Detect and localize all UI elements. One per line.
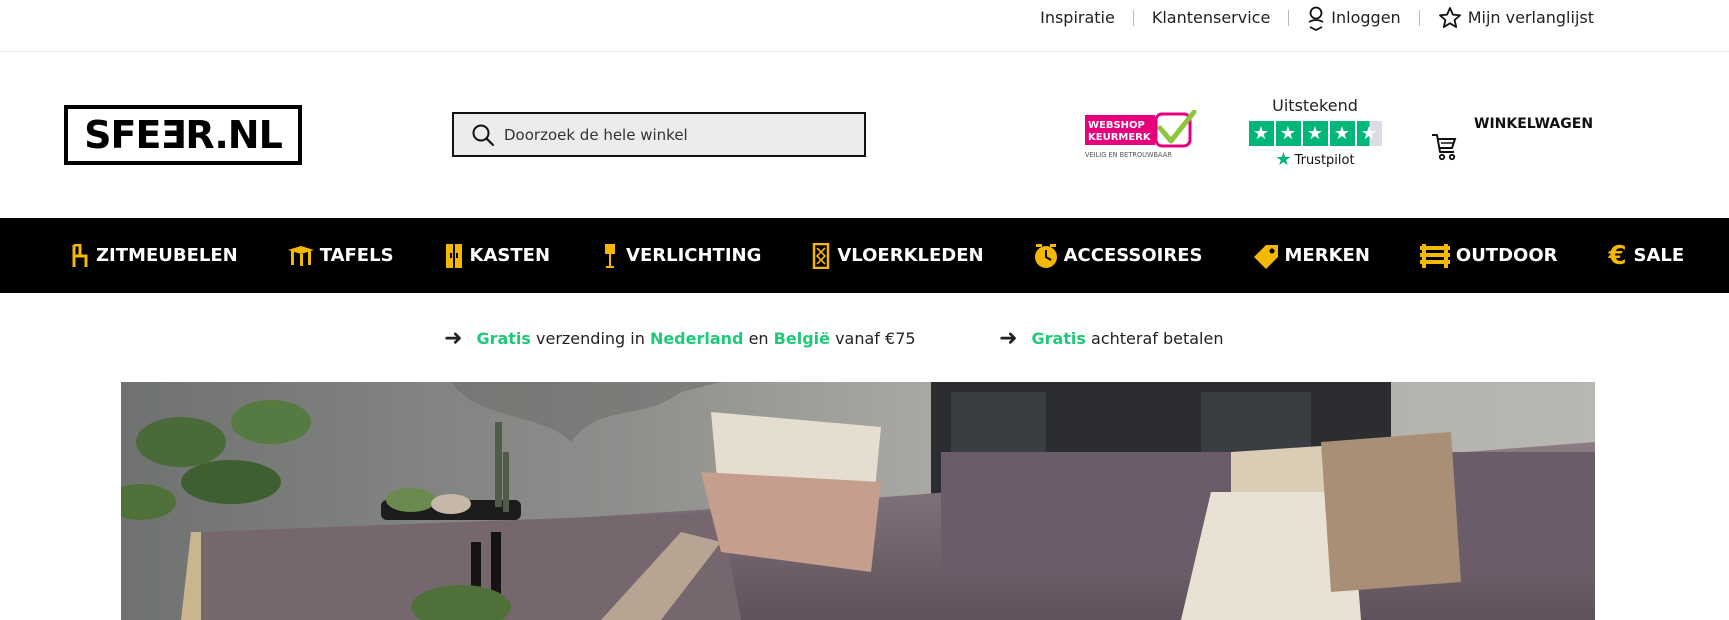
site-header: SFEƎR.NL WEBSHOP KEURMERK VEILIG EN BETR… <box>0 52 1729 218</box>
bench-icon <box>1418 242 1452 270</box>
nav-item-merken[interactable]: MERKEN <box>1251 242 1370 270</box>
nav-item-outdoor[interactable]: OUTDOOR <box>1418 242 1558 270</box>
wishlist-link[interactable]: Mijn verlanglijst <box>1438 6 1594 30</box>
search-bar[interactable] <box>452 112 866 157</box>
hero-banner-image[interactable] <box>121 382 1595 620</box>
divider <box>1418 9 1420 26</box>
trustpilot-rating-label: Uitstekend <box>1272 96 1358 115</box>
klantenservice-link[interactable]: Klantenservice <box>1152 8 1270 27</box>
usp-payment: ➜ Gratis achteraf betalen <box>999 325 1224 351</box>
clock-icon <box>1032 242 1060 270</box>
trustpilot-star-icon: ★ <box>1275 149 1292 170</box>
cabinet-icon <box>442 242 466 270</box>
star-icon: ★ <box>1275 121 1301 146</box>
user-icon <box>1308 6 1324 31</box>
keurmerk-line2: KEURMERK <box>1088 132 1152 143</box>
lamp-icon <box>598 242 622 270</box>
inspiratie-link[interactable]: Inspiratie <box>1040 8 1115 27</box>
cart-label: WINKELWAGEN <box>1474 116 1594 132</box>
nav-item-accessoires[interactable]: ACCESSOIRES <box>1032 242 1203 270</box>
rug-icon <box>809 242 833 270</box>
nav-item-verlichting[interactable]: VERLICHTING <box>598 242 761 270</box>
main-navigation: ZITMEUBELEN TAFELS KASTEN VERLICHTING VL… <box>0 218 1729 293</box>
living-room-photo <box>121 382 1595 620</box>
keurmerk-tagline: VEILIG EN BETROUWBAAR <box>1085 151 1172 159</box>
nav-item-tafels[interactable]: TAFELS <box>286 242 394 270</box>
tag-icon <box>1251 242 1281 270</box>
cart-icon <box>1432 134 1457 161</box>
star-icon: ★ <box>1302 121 1328 146</box>
table-icon <box>286 242 316 270</box>
top-utility-bar: Inspiratie Klantenservice Inloggen Mijn … <box>0 0 1729 52</box>
arrow-right-icon: ➜ <box>999 325 1018 351</box>
star-icon: ★ <box>1248 121 1274 146</box>
trustpilot-stars: ★ ★ ★ ★ ★ <box>1245 121 1385 146</box>
nav-item-zitmeubelen[interactable]: ZITMEUBELEN <box>68 242 238 270</box>
search-input[interactable] <box>504 125 834 144</box>
nav-item-sale[interactable]: € SALE <box>1606 240 1684 271</box>
divider <box>1132 9 1134 26</box>
trustpilot-brand: ★ Trustpilot <box>1275 149 1355 170</box>
webshop-keurmerk-badge[interactable]: WEBSHOP KEURMERK VEILIG EN BETROUWBAAR <box>1084 109 1198 160</box>
sfeer-logo[interactable]: SFEƎR.NL <box>64 105 302 165</box>
chair-icon <box>68 242 92 270</box>
arrow-right-icon: ➜ <box>444 325 463 351</box>
divider <box>1288 9 1290 26</box>
search-icon[interactable] <box>470 122 496 148</box>
nav-item-kasten[interactable]: KASTEN <box>442 242 550 270</box>
star-icon: ★ <box>1329 121 1355 146</box>
half-star-icon: ★ <box>1356 121 1382 146</box>
top-links: Inspiratie Klantenservice Inloggen Mijn … <box>1040 0 1594 35</box>
cart-button[interactable]: WINKELWAGEN <box>1430 116 1594 162</box>
trustpilot-widget[interactable]: Uitstekend ★ ★ ★ ★ ★ ★ Trustpilot <box>1245 96 1385 169</box>
keurmerk-line1: WEBSHOP <box>1088 120 1145 131</box>
nav-item-vloerkleden[interactable]: VLOERKLEDEN <box>809 242 984 270</box>
star-icon <box>1438 6 1461 28</box>
euro-icon: € <box>1608 240 1627 271</box>
login-link[interactable]: Inloggen <box>1307 5 1401 31</box>
usp-shipping: ➜ Gratis verzending in Nederland en Belg… <box>444 325 916 351</box>
